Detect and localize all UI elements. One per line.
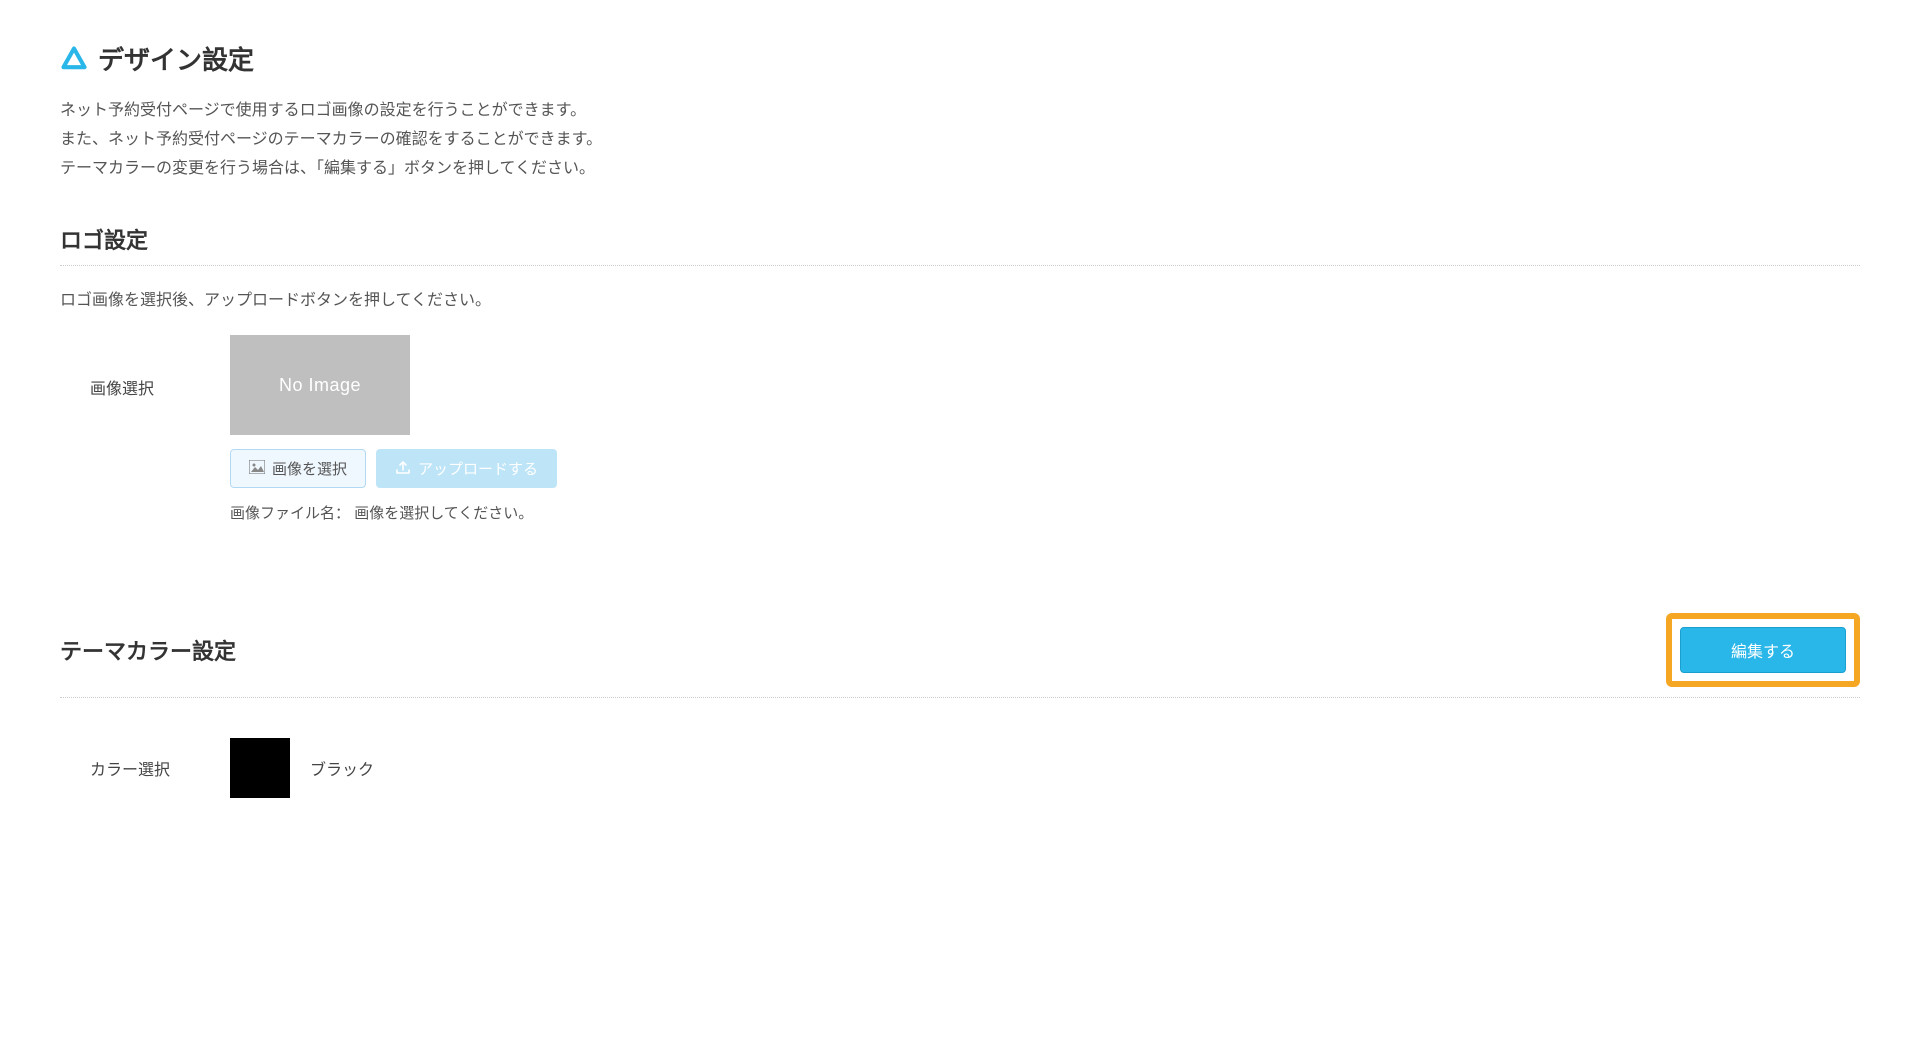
edit-button[interactable]: 編集する — [1680, 627, 1846, 673]
page-description: ネット予約受付ページで使用するロゴ画像の設定を行うことができます。 また、ネット… — [60, 97, 1860, 183]
color-select-label: カラー選択 — [90, 756, 180, 780]
description-line: ネット予約受付ページで使用するロゴ画像の設定を行うことができます。 — [60, 97, 1860, 126]
upload-button[interactable]: アップロードする — [376, 449, 557, 488]
filename-value: 画像を選択してください。 — [354, 505, 533, 522]
upload-label: アップロードする — [418, 458, 538, 479]
description-line: また、ネット予約受付ページのテーマカラーの確認をすることができます。 — [60, 126, 1860, 155]
no-image-placeholder: No Image — [230, 335, 410, 435]
edit-button-highlight: 編集する — [1666, 613, 1860, 687]
image-icon — [249, 460, 265, 478]
filename-label: 画像ファイル名： — [230, 505, 350, 522]
select-image-button[interactable]: 画像を選択 — [230, 449, 366, 488]
select-image-label: 画像を選択 — [272, 458, 347, 479]
triangle-icon — [60, 45, 88, 73]
color-swatch — [230, 738, 290, 798]
logo-section-helper: ロゴ画像を選択後、アップロードボタンを押してください。 — [60, 286, 1860, 310]
filename-line: 画像ファイル名： 画像を選択してください。 — [230, 502, 557, 523]
logo-section-title: ロゴ設定 — [60, 223, 148, 255]
description-line: テーマカラーの変更を行う場合は、「編集する」ボタンを押してください。 — [60, 155, 1860, 184]
color-name: ブラック — [310, 756, 374, 780]
upload-icon — [395, 460, 411, 478]
image-select-label: 画像選択 — [90, 335, 170, 399]
theme-section-title: テーマカラー設定 — [60, 634, 236, 666]
page-title: デザイン設定 — [98, 40, 254, 77]
